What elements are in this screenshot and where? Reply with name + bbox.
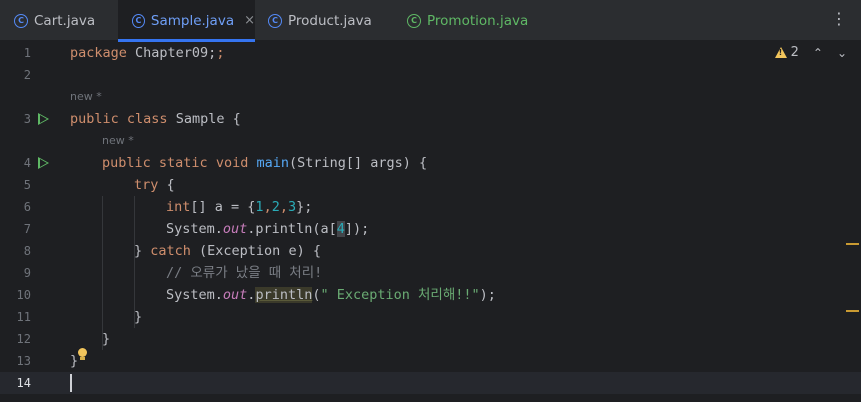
line-number: 6	[23, 200, 31, 214]
tab-label: Cart.java	[34, 12, 96, 29]
warning-stripe-mark[interactable]	[846, 310, 859, 312]
line-number: 10	[16, 288, 31, 302]
code-line-6: int[] a = {1,2,3};	[166, 199, 313, 215]
tab-label: Product.java	[288, 12, 372, 29]
class-icon: C	[132, 13, 145, 28]
tab-promotion-java[interactable]: C Promotion.java	[393, 0, 543, 41]
text-caret	[70, 374, 72, 392]
editor-tab-bar: C Cart.java C Sample.java × C Product.ja…	[0, 0, 861, 42]
intention-bulb-icon[interactable]	[78, 348, 87, 360]
chevron-down-icon[interactable]: ⌄	[837, 46, 847, 60]
warning-icon	[774, 47, 787, 58]
warning-count: 2	[790, 45, 799, 60]
line-number: 8	[23, 244, 31, 258]
tab-label: Sample.java	[150, 12, 235, 29]
indent-guide	[102, 196, 103, 350]
line-number: 2	[23, 68, 31, 82]
line-number: 13	[16, 354, 31, 368]
code-line-11: }	[134, 309, 143, 325]
class-icon: C	[268, 13, 282, 28]
tab-sample-java[interactable]: C Sample.java ×	[118, 0, 255, 42]
authorship-hint[interactable]: new *	[70, 86, 102, 108]
tab-label: Promotion.java	[427, 12, 529, 29]
line-number: 11	[16, 310, 31, 324]
line-number: 14	[16, 376, 31, 390]
inspection-widget[interactable]: 2 ⌃ ⌄	[774, 45, 847, 60]
code-line-13: }	[70, 353, 79, 369]
chevron-up-icon[interactable]: ⌃	[813, 46, 823, 60]
line-number: 1	[23, 46, 31, 60]
line-number: 3	[23, 112, 31, 126]
class-icon: C	[14, 13, 28, 28]
code-line-7: System.out.println(a[4]);	[166, 221, 370, 237]
code-line-10: System.out.println(" Exception 처리해!!");	[166, 287, 496, 303]
line-number: 4	[23, 156, 31, 170]
current-line-highlight	[0, 372, 861, 394]
run-icon[interactable]	[38, 113, 49, 125]
ide-window: { "tabs": [ {"label": "Cart.java", "icon…	[0, 0, 861, 402]
run-icon[interactable]	[38, 157, 49, 169]
code-editor[interactable]: 1 2 3 4 5 6 7 8 9 10 11 12 13 14 new * n…	[0, 42, 861, 402]
line-number: 7	[23, 222, 31, 236]
code-line-9: // 오류가 났을 때 처리!	[166, 265, 323, 281]
tab-product-java[interactable]: C Product.java	[255, 0, 393, 41]
code-line-5: try {	[134, 177, 175, 193]
tab-cart-java[interactable]: C Cart.java	[0, 0, 118, 41]
main-class-icon: C	[407, 13, 421, 28]
more-tabs-icon[interactable]: ⋮	[831, 10, 847, 28]
code-line-1: package Chapter09;;	[70, 45, 225, 61]
code-line-3: public class Sample {	[70, 111, 241, 127]
line-number: 12	[16, 332, 31, 346]
line-number: 5	[23, 178, 31, 192]
warning-stripe-mark[interactable]	[846, 243, 859, 245]
code-line-8: } catch (Exception e) {	[134, 243, 321, 259]
close-icon[interactable]: ×	[244, 13, 255, 28]
code-line-4: public static void main(String[] args) {	[102, 155, 428, 171]
code-line-12: }	[102, 331, 111, 347]
authorship-hint[interactable]: new *	[102, 130, 134, 152]
line-number: 9	[23, 266, 31, 280]
